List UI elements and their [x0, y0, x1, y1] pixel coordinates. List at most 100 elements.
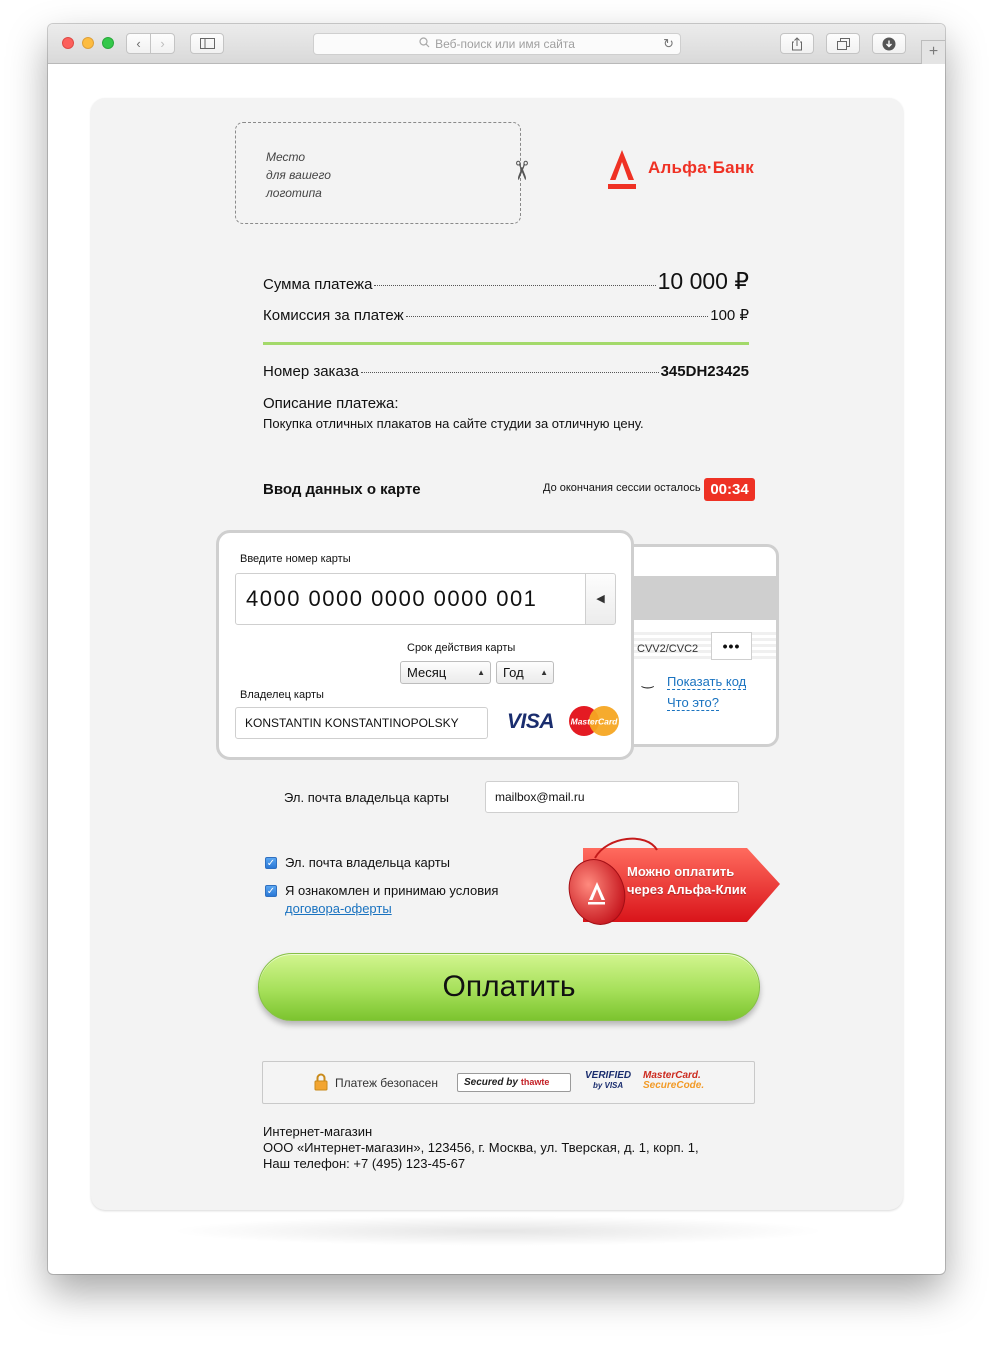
cvv-input[interactable]: ••• [711, 632, 752, 660]
logo-placeholder-text-2: для вашего [266, 168, 331, 182]
pay-button[interactable]: Оплатить [258, 953, 760, 1021]
lock-icon [314, 1073, 328, 1091]
logo-placeholder-text-3: логотипа [266, 186, 322, 200]
fee-label: Комиссия за платеж [263, 307, 404, 324]
session-timer: 00:34 [704, 478, 755, 501]
terms-link[interactable]: договора-оферты [285, 901, 392, 916]
search-icon [419, 37, 430, 51]
magnetic-stripe [624, 576, 776, 620]
session-label: До окончания сессии осталось [543, 482, 701, 494]
scissors-icon: ✂ [506, 159, 537, 182]
tabs-icon [836, 37, 850, 50]
footer-line-3: Наш телефон: +7 (495) 123-45-67 [263, 1156, 466, 1171]
expiry-year-select[interactable]: Год ▲ [496, 661, 554, 684]
sidebar-icon [199, 38, 215, 49]
panel-shadow [168, 1216, 828, 1246]
alfa-logo-icon [608, 150, 636, 189]
order-value: 345DH23425 [660, 363, 749, 380]
caret-left-icon: ◀ [596, 593, 605, 605]
alfa-bank-logo: Альфа·Банк [608, 150, 754, 190]
footer-line-2: ООО «Интернет-магазин», 123456, г. Москв… [263, 1140, 699, 1155]
browser-window: ‹ › Веб-поиск или имя сайта ↻ + Место дл… [48, 24, 945, 1274]
thawte-badge: Secured by thawte [457, 1073, 571, 1092]
email-input[interactable]: mailbox@mail.ru [485, 781, 739, 813]
card-front: Введите номер карты 4000 0000 0000 0000 … [216, 530, 634, 760]
card-back: CVV2/CVC2 ••• ‿ Показать код Что это? [621, 544, 779, 747]
chevron-left-icon: ‹ [136, 36, 141, 51]
email-checkbox[interactable]: ✓ [265, 857, 277, 869]
thawte-brand: thawte [520, 1077, 550, 1087]
mastercard-logo: MasterCard [569, 706, 619, 736]
merchant-footer: Интернет-магазин ООО «Интернет-магазин»,… [263, 1124, 699, 1172]
forward-button[interactable]: › [150, 33, 175, 54]
payment-form: Место для вашего логотипа ✂ Альфа·Банк С… [91, 98, 903, 1210]
bank-name: Альфа·Банк [648, 158, 754, 177]
expiry-month-value: Месяц [407, 665, 447, 680]
expiry-label: Срок действия карты [407, 642, 516, 654]
email-label: Эл. почта владельца карты [284, 790, 450, 805]
dotted-leader [360, 372, 659, 373]
alfa-click-line-1: Можно оплатить [627, 864, 735, 879]
updown-arrows-icon: ▲ [540, 668, 548, 677]
logo-placeholder-text-1: Место [266, 150, 306, 164]
downloads-button[interactable] [872, 33, 906, 54]
visa-logo: VISA [507, 710, 555, 733]
dotted-leader [374, 285, 656, 286]
checkmark-icon: ✓ [266, 886, 276, 897]
minimize-window-button[interactable] [82, 37, 94, 49]
email-checkbox-label: Эл. почта владельца карты [285, 855, 451, 870]
cvv-label: CVV2/CVC2 [637, 643, 699, 655]
vbv-line-1: VERIFIED [585, 1070, 632, 1081]
sidebar-toggle-button[interactable] [190, 33, 224, 54]
expiry-year-value: Год [503, 665, 524, 680]
address-bar[interactable]: Веб-поиск или имя сайта ↻ [313, 33, 681, 55]
share-icon [792, 36, 802, 50]
show-tabs-button[interactable] [826, 33, 860, 54]
share-button[interactable] [780, 33, 814, 54]
card-number-label: Введите номер карты [240, 553, 351, 565]
mcsc-line-2: SecureCode. [643, 1080, 705, 1091]
expiry-month-select[interactable]: Месяц ▲ [400, 661, 491, 684]
close-window-button[interactable] [62, 37, 74, 49]
fee-row: Комиссия за платеж 100 ₽ [263, 306, 749, 324]
alfa-click-banner[interactable]: Можно оплатить через Альфа-Клик [567, 836, 782, 936]
thawte-text: Secured by [464, 1077, 518, 1088]
mastercard-text: MasterCard [571, 717, 619, 727]
closed-eye-icon: ‿ [642, 672, 654, 688]
new-tab-button[interactable]: + [921, 40, 945, 64]
card-number-input[interactable]: 4000 0000 0000 0000 001 [235, 573, 586, 625]
sum-row: Сумма платежа 10 000 ₽ [263, 268, 749, 295]
reload-icon[interactable]: ↻ [663, 36, 674, 52]
card-number-toggle-button[interactable]: ◀ [585, 573, 616, 625]
merchant-logo-placeholder: Место для вашего логотипа ✂ [235, 122, 537, 224]
sum-label: Сумма платежа [263, 276, 373, 293]
security-badges: Платеж безопасен Secured by thawte VERIFI… [262, 1061, 755, 1104]
whats-this-link[interactable]: Что это? [667, 695, 719, 711]
checkmark-icon: ✓ [266, 858, 276, 869]
updown-arrows-icon: ▲ [477, 668, 485, 677]
dotted-leader [405, 316, 709, 317]
browser-toolbar: ‹ › Веб-поиск или имя сайта ↻ + [48, 24, 945, 64]
footer-line-1: Интернет-магазин [263, 1124, 373, 1139]
order-label: Номер заказа [263, 363, 359, 380]
verified-by-visa-badge: VERIFIED by VISA [585, 1071, 631, 1091]
order-row: Номер заказа 345DH23425 [263, 363, 749, 380]
address-placeholder: Веб-поиск или имя сайта [435, 37, 575, 51]
sum-value: 10 000 ₽ [657, 268, 749, 294]
secure-payment-label: Платеж безопасен [335, 1076, 438, 1090]
card-holder-input[interactable]: KONSTANTIN KONSTANTINOPOLSKY [235, 707, 488, 739]
card-holder-label: Владелец карты [240, 689, 324, 701]
divider [263, 342, 749, 345]
mastercard-securecode-badge: MasterCard. SecureCode. [643, 1071, 704, 1091]
card-section-title: Ввод данных о карте [263, 481, 421, 498]
terms-checkbox[interactable]: ✓ [265, 885, 277, 897]
back-button[interactable]: ‹ [126, 33, 151, 54]
vbv-line-2: by VISA [592, 1081, 624, 1090]
fee-value: 100 ₽ [710, 307, 749, 324]
zoom-window-button[interactable] [102, 37, 114, 49]
terms-checkbox-label: Я ознакомлен и принимаю условия [285, 883, 499, 898]
description-text: Покупка отличных плакатов на сайте студи… [263, 416, 644, 431]
download-icon [882, 37, 896, 50]
show-code-link[interactable]: Показать код [667, 674, 747, 690]
plus-icon: + [928, 43, 939, 60]
